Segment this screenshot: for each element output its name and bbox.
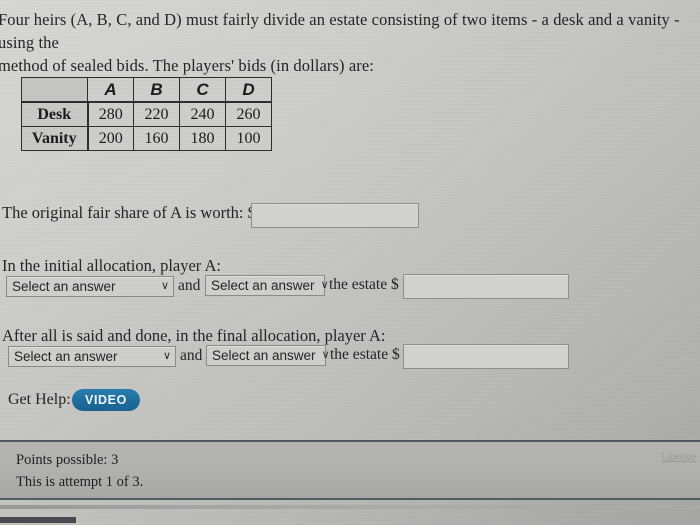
table-corner-cell xyxy=(21,77,88,103)
table-column-header-a: A xyxy=(87,77,134,103)
table-column-header-d: D xyxy=(225,77,272,103)
initial-allocation-select-1-value: Select an answer xyxy=(12,279,116,294)
cell-vanity-c: 180 xyxy=(179,126,226,151)
fair-share-label: The original fair share of A is worth: $ xyxy=(2,203,256,222)
initial-allocation-conjunction: and xyxy=(178,277,201,294)
cell-vanity-b: 160 xyxy=(133,126,180,151)
initial-allocation-amount-input[interactable] xyxy=(403,274,569,299)
attempt-count-text: This is attempt 1 of 3. xyxy=(16,474,144,490)
row-label-vanity: Vanity xyxy=(21,126,89,151)
initial-allocation-tail-label: the estate $ xyxy=(329,276,399,293)
chevron-down-icon: ∨ xyxy=(162,350,171,362)
cell-vanity-d: 100 xyxy=(225,126,272,151)
cell-vanity-a: 200 xyxy=(87,126,134,151)
initial-allocation-select-1[interactable]: Select an answer ∨ xyxy=(6,276,174,297)
points-possible-text: Points possible: 3 xyxy=(16,452,119,468)
final-allocation-select-1-value: Select an answer xyxy=(14,349,118,364)
cell-desk-c: 240 xyxy=(179,101,226,127)
final-allocation-select-2-value: Select an answer xyxy=(212,348,316,363)
final-allocation-amount-input[interactable] xyxy=(403,344,569,369)
initial-allocation-select-2-value: Select an answer xyxy=(211,278,315,293)
table-header-row: A B C D xyxy=(21,77,272,103)
bids-table: A B C D Desk 280 220 240 260 Vanity 200 … xyxy=(21,77,272,151)
problem-statement-line-2: method of sealed bids. The players' bids… xyxy=(0,56,374,75)
cell-desk-b: 220 xyxy=(133,101,180,127)
video-help-button[interactable]: VIDEO xyxy=(72,389,140,411)
page-edge-shadow xyxy=(0,505,700,509)
final-allocation-conjunction: and xyxy=(180,347,203,364)
cell-desk-d: 260 xyxy=(225,101,272,127)
initial-allocation-select-2[interactable]: Select an answer ∨ xyxy=(205,275,329,296)
fair-share-input[interactable] xyxy=(251,203,419,228)
final-allocation-select-1[interactable]: Select an answer ∨ xyxy=(8,346,176,367)
table-row: Desk 280 220 240 260 xyxy=(21,101,272,127)
row-label-desk: Desk xyxy=(21,101,89,127)
chevron-down-icon: ∨ xyxy=(160,280,169,292)
final-allocation-select-2[interactable]: Select an answer ∨ xyxy=(206,345,330,366)
problem-statement: Four heirs (A, B, C, and D) must fairly … xyxy=(0,8,700,77)
table-column-header-c: C xyxy=(179,77,226,103)
chevron-down-icon: ∨ xyxy=(320,279,329,291)
initial-allocation-heading: In the initial allocation, player A: xyxy=(2,256,222,275)
final-allocation-tail-label: the estate $ xyxy=(330,346,400,363)
license-link[interactable]: License xyxy=(662,452,696,463)
table-column-header-b: B xyxy=(133,77,180,103)
chevron-down-icon: ∨ xyxy=(321,349,330,361)
table-row: Vanity 200 160 180 100 xyxy=(21,126,272,151)
cell-desk-a: 280 xyxy=(87,101,134,127)
problem-statement-line-1: Four heirs (A, B, C, and D) must fairly … xyxy=(0,10,680,52)
get-help-label: Get Help: xyxy=(8,391,71,408)
bottom-taskbar-fragment xyxy=(0,517,76,523)
final-allocation-heading: After all is said and done, in the final… xyxy=(2,326,386,345)
points-footer-panel: Points possible: 3 This is attempt 1 of … xyxy=(0,440,700,500)
